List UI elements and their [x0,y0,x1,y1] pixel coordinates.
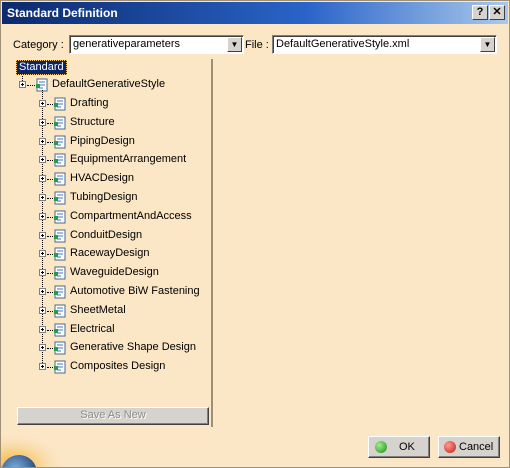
standard-tree[interactable]: Standard DefaultGenerativeStyle Drafting… [13,59,213,427]
document-icon [54,229,66,243]
document-icon [54,172,66,186]
tree-node-label: Composites Design [70,360,166,372]
tree-node[interactable]: PipingDesign [39,134,209,150]
expand-icon[interactable] [19,81,26,88]
tree-node-label: RacewayDesign [70,247,150,259]
tree-node-label: WaveguideDesign [70,266,159,278]
document-icon [54,153,66,167]
tree-node[interactable]: Composites Design [39,359,209,375]
tree-node[interactable]: ConduitDesign [39,228,209,244]
decorative-corner-logo [1,427,61,467]
document-icon [54,323,66,337]
document-icon [54,116,66,130]
tree-node[interactable]: TubingDesign [39,190,209,206]
ok-label: OK [399,441,415,453]
tree-node[interactable]: Drafting [39,96,209,112]
tree-node-label: ConduitDesign [70,229,143,241]
expand-icon[interactable] [39,250,46,257]
ok-button[interactable]: OK [368,436,430,458]
category-value: generativeparameters [73,38,181,50]
tree-node-label: Drafting [70,97,109,109]
tree-node[interactable]: EquipmentArrangement [39,152,209,168]
file-label: File : [245,39,269,51]
tree-node[interactable]: Automotive BiW Fastening [39,284,209,300]
document-icon [54,210,66,224]
chevron-down-icon[interactable]: ▼ [480,37,495,52]
document-icon [54,266,66,280]
expand-icon[interactable] [39,175,46,182]
cancel-button[interactable]: Cancel [438,436,500,458]
document-icon [54,247,66,261]
file-dropdown[interactable]: DefaultGenerativeStyle.xml ▼ [272,35,497,54]
file-value: DefaultGenerativeStyle.xml [276,38,410,50]
tree-node-style[interactable]: DefaultGenerativeStyle [19,77,209,93]
expand-icon[interactable] [39,213,46,220]
document-icon [54,135,66,149]
tree-node-label: Electrical [70,323,115,335]
expand-icon[interactable] [39,100,46,107]
category-dropdown[interactable]: generativeparameters ▼ [69,35,244,54]
tree-node[interactable]: Structure [39,115,209,131]
help-button[interactable]: ? [472,5,488,20]
help-icon: ? [476,6,484,18]
tree-node-label: HVACDesign [70,172,134,184]
expand-icon[interactable] [39,326,46,333]
tree-node-label: TubingDesign [70,191,138,203]
tree-node-label: DefaultGenerativeStyle [52,78,166,90]
tree-node[interactable]: CompartmentAndAccess [39,209,209,225]
expand-icon[interactable] [39,363,46,370]
close-button[interactable]: ✕ [489,5,505,20]
tree-root-standard[interactable]: Standard [16,60,67,75]
document-icon [54,341,66,355]
tree-node-label: SheetMetal [70,304,126,316]
tree-node-label: Structure [70,116,115,128]
save-as-new-button[interactable]: Save As New [17,407,209,425]
tree-node[interactable]: RacewayDesign [39,246,209,262]
red-cancel-icon [444,441,456,453]
expand-icon[interactable] [39,156,46,163]
tree-node-label: PipingDesign [70,135,135,147]
document-icon [54,304,66,318]
document-icon [54,285,66,299]
standard-definition-dialog: Standard Definition ? ✕ Category : gener… [0,0,510,468]
document-icon [54,191,66,205]
tree-node-label: CompartmentAndAccess [70,210,192,222]
green-check-icon [375,441,387,453]
category-label: Category : [13,39,64,51]
expand-icon[interactable] [39,288,46,295]
expand-icon[interactable] [39,307,46,314]
tree-node[interactable]: HVACDesign [39,171,209,187]
expand-icon[interactable] [39,344,46,351]
cancel-label: Cancel [459,441,494,453]
close-icon: ✕ [492,6,502,18]
tree-node[interactable]: WaveguideDesign [39,265,209,281]
tree-node[interactable]: Generative Shape Design [39,340,209,356]
title-bar: Standard Definition ? ✕ [2,2,508,24]
expand-icon[interactable] [39,232,46,239]
expand-icon[interactable] [39,138,46,145]
tree-node-label: Automotive BiW Fastening [70,285,200,297]
tree-node[interactable]: Electrical [39,322,209,338]
document-icon [54,360,66,374]
tree-node[interactable]: SheetMetal [39,303,209,319]
window-title: Standard Definition [7,6,118,20]
expand-icon[interactable] [39,194,46,201]
document-icon [54,97,66,111]
tree-node-label: Generative Shape Design [70,341,196,353]
expand-icon[interactable] [39,269,46,276]
chevron-down-icon[interactable]: ▼ [227,37,242,52]
tree-node-label: EquipmentArrangement [70,153,187,165]
expand-icon[interactable] [39,119,46,126]
